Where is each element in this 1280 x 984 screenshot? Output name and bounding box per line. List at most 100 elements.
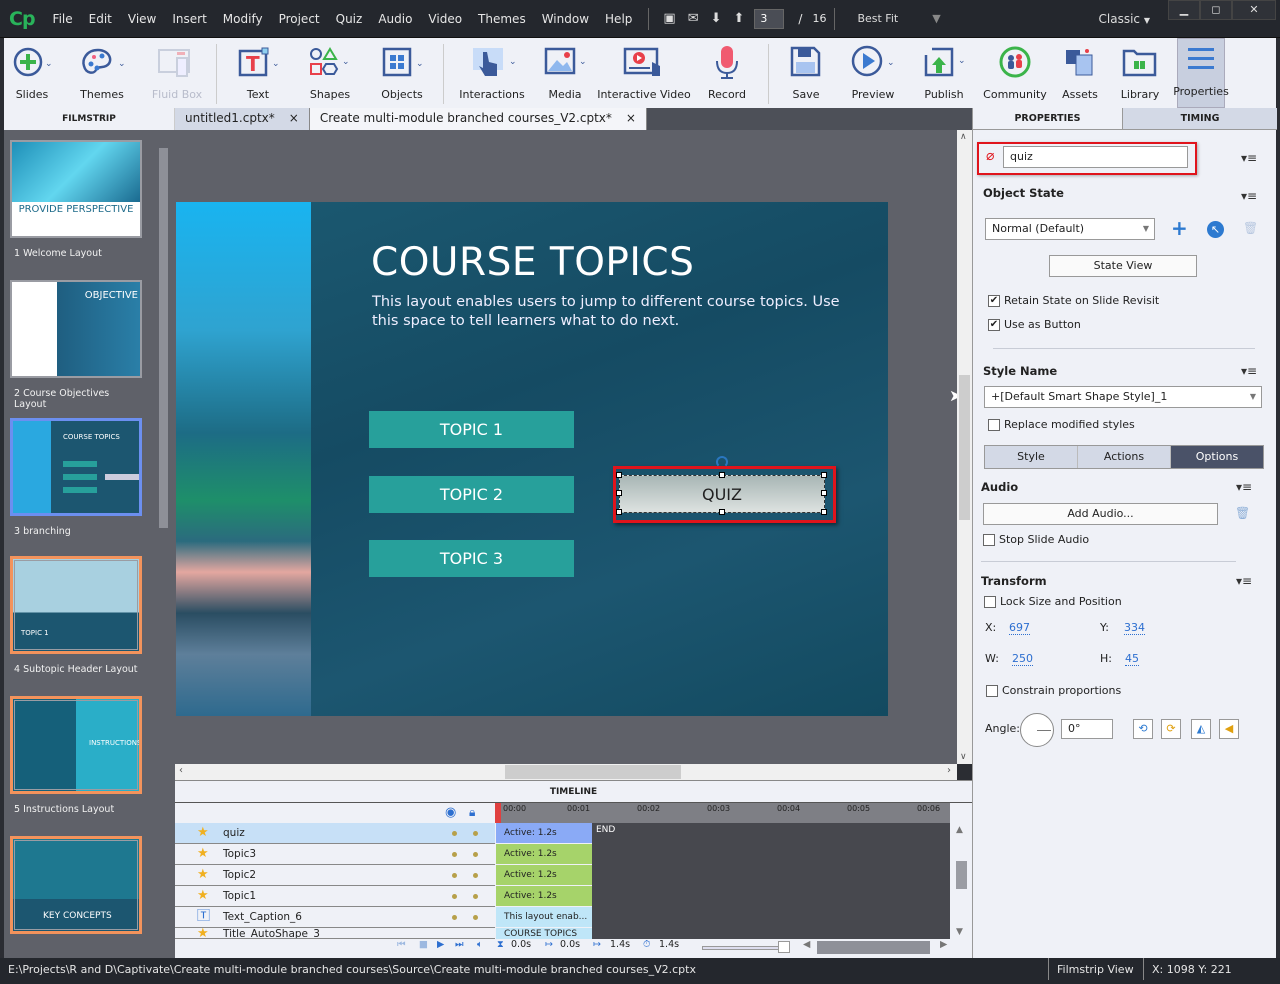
resize-handle[interactable]	[719, 472, 725, 478]
scroll-up-icon[interactable]: ▲	[956, 825, 963, 835]
timeline-bar[interactable]: Active: 1.2s	[496, 865, 592, 885]
scroll-right-icon[interactable]: ›	[947, 765, 951, 776]
playhead[interactable]	[495, 803, 501, 823]
menu-quiz[interactable]: Quiz	[328, 12, 371, 26]
menu-modify[interactable]: Modify	[215, 12, 271, 26]
menu-themes[interactable]: Themes	[470, 12, 534, 26]
resize-handle[interactable]	[616, 472, 622, 478]
scroll-thumb[interactable]	[505, 765, 681, 779]
lock-toggle[interactable]	[473, 852, 478, 857]
timeline-track-area[interactable]: END	[592, 823, 950, 939]
objects-button[interactable]: ⌄ Objects	[367, 38, 437, 108]
resize-handle[interactable]	[821, 509, 827, 515]
workspace-mode-select[interactable]: Classic ▼	[1099, 12, 1151, 26]
menu-audio[interactable]: Audio	[370, 12, 420, 26]
visibility-hidden-icon[interactable]: ⌀	[986, 148, 994, 164]
lock-size-checkbox[interactable]: Lock Size and Position	[984, 595, 1122, 608]
angle-input[interactable]: 0°	[1061, 719, 1113, 739]
lock-icon[interactable]: 🔒︎	[469, 805, 475, 820]
close-window-button[interactable]: ✕	[1232, 0, 1276, 20]
visibility-toggle[interactable]	[452, 894, 457, 899]
start-time[interactable]: 0.0s	[511, 939, 531, 950]
replace-styles-checkbox[interactable]: Replace modified styles	[988, 418, 1135, 431]
resize-handle[interactable]	[719, 509, 725, 515]
minimize-button[interactable]: ▁	[1168, 0, 1200, 20]
assets-button[interactable]: Assets	[1051, 38, 1109, 108]
timeline-bar[interactable]: COURSE TOPICS	[496, 928, 592, 939]
timeline-row-topic1[interactable]: ★ Topic1	[175, 886, 495, 907]
media-button[interactable]: ⌄ Media	[534, 38, 596, 108]
lock-toggle[interactable]	[473, 873, 478, 878]
timeline-bar[interactable]: This layout enab...	[496, 907, 592, 927]
menu-edit[interactable]: Edit	[81, 12, 120, 26]
slide-body-text[interactable]: This layout enables users to jump to dif…	[372, 293, 842, 331]
lock-toggle[interactable]	[473, 894, 478, 899]
preview-button[interactable]: ⌄ Preview	[837, 38, 909, 108]
panel-menu-icon[interactable]: ▾≡	[1236, 574, 1252, 588]
menu-window[interactable]: Window	[534, 12, 597, 26]
filmstrip-scrollbar[interactable]	[159, 148, 168, 528]
visibility-icon[interactable]: ◉	[445, 805, 456, 820]
scroll-down-icon[interactable]: ▼	[956, 927, 963, 937]
flip-horizontal-icon[interactable]: ◭	[1191, 719, 1211, 739]
visibility-toggle[interactable]	[452, 873, 457, 878]
close-icon[interactable]: ×	[626, 108, 636, 130]
interactions-button[interactable]: ⌄ Interactions	[450, 38, 534, 108]
panel-menu-icon[interactable]: ▾≡	[1241, 189, 1257, 203]
presentation-icon[interactable]: ▣	[663, 11, 675, 26]
y-value[interactable]: 334	[1124, 621, 1145, 635]
subtab-style[interactable]: Style	[985, 446, 1078, 468]
slider-handle[interactable]	[778, 941, 790, 953]
publish-button[interactable]: ⌄ Publish	[909, 38, 979, 108]
scroll-right-icon[interactable]: ▶	[940, 939, 947, 950]
menu-project[interactable]: Project	[271, 12, 328, 26]
visibility-toggle[interactable]	[452, 831, 457, 836]
resize-handle[interactable]	[616, 490, 622, 496]
library-button[interactable]: Library	[1109, 38, 1171, 108]
h-value[interactable]: 45	[1125, 652, 1139, 666]
filmstrip-slide-6[interactable]: KEY CONCEPTS	[10, 836, 144, 934]
state-view-button[interactable]: State View	[1049, 255, 1197, 277]
bridge-image[interactable]	[176, 202, 311, 716]
scroll-down-icon[interactable]: ∨	[960, 752, 967, 762]
angle-dial[interactable]	[1020, 713, 1054, 747]
filmstrip-slide-5[interactable]: INSTRUCTIONS 5 Instructions Layout	[10, 696, 144, 815]
stop-slide-audio-checkbox[interactable]: Stop Slide Audio	[983, 533, 1089, 546]
arrow-up-icon[interactable]: ⬆	[734, 11, 745, 26]
timeline-horizontal-scroll-thumb[interactable]	[817, 941, 930, 954]
menu-insert[interactable]: Insert	[164, 12, 214, 26]
visibility-toggle[interactable]	[452, 852, 457, 857]
timeline-bar[interactable]: Active: 1.2s	[496, 844, 592, 864]
slides-button[interactable]: ⌄ Slides	[4, 38, 60, 108]
lead-time[interactable]: 0.0s	[560, 939, 580, 950]
timeline-vertical-scrollbar[interactable]: ▲ ▼	[951, 823, 971, 939]
rotate-handle-icon[interactable]	[716, 456, 728, 468]
maximize-button[interactable]: ◻	[1200, 0, 1232, 20]
constrain-proportions-checkbox[interactable]: Constrain proportions	[986, 684, 1121, 697]
timeline-row-title[interactable]: ★ Title_AutoShape_3	[175, 928, 495, 939]
scroll-up-icon[interactable]: ∧	[960, 132, 967, 142]
delete-audio-icon[interactable]: 🗑︎	[1235, 506, 1250, 520]
play-icon[interactable]: ▶	[437, 939, 444, 950]
properties-button[interactable]: Properties	[1173, 38, 1229, 108]
rotate-right-icon[interactable]: ⟳	[1161, 719, 1181, 739]
menu-file[interactable]: File	[45, 12, 81, 26]
audio-icon[interactable]: 🔈︎	[477, 939, 483, 950]
tab-branched-courses[interactable]: Create multi-module branched courses_V2.…	[309, 108, 647, 130]
themes-button[interactable]: ⌄ Themes	[60, 38, 144, 108]
menu-view[interactable]: View	[120, 12, 164, 26]
tab-properties[interactable]: PROPERTIES	[973, 108, 1123, 130]
slide-number-input[interactable]: 3	[754, 8, 785, 29]
timeline-bar[interactable]: Active: 1.2s	[496, 886, 592, 906]
add-audio-button[interactable]: Add Audio...	[983, 503, 1218, 525]
filmstrip-slide-3[interactable]: COURSE TOPICS 3 branching	[10, 418, 144, 537]
filmstrip-slide-1[interactable]: PROVIDE PERSPECTIVE 1 Welcome Layout	[10, 140, 144, 259]
save-button[interactable]: Save	[775, 38, 837, 108]
panel-menu-icon[interactable]: ▾≡	[1241, 364, 1257, 378]
topic-2-button[interactable]: TOPIC 2	[369, 476, 574, 513]
x-value[interactable]: 697	[1009, 621, 1030, 635]
stage-vertical-scrollbar[interactable]: ∧ ∨	[957, 130, 972, 764]
text-button[interactable]: T ⌄ Text	[223, 38, 293, 108]
lock-toggle[interactable]	[473, 915, 478, 920]
arrow-down-icon[interactable]: ⬇	[711, 11, 722, 26]
